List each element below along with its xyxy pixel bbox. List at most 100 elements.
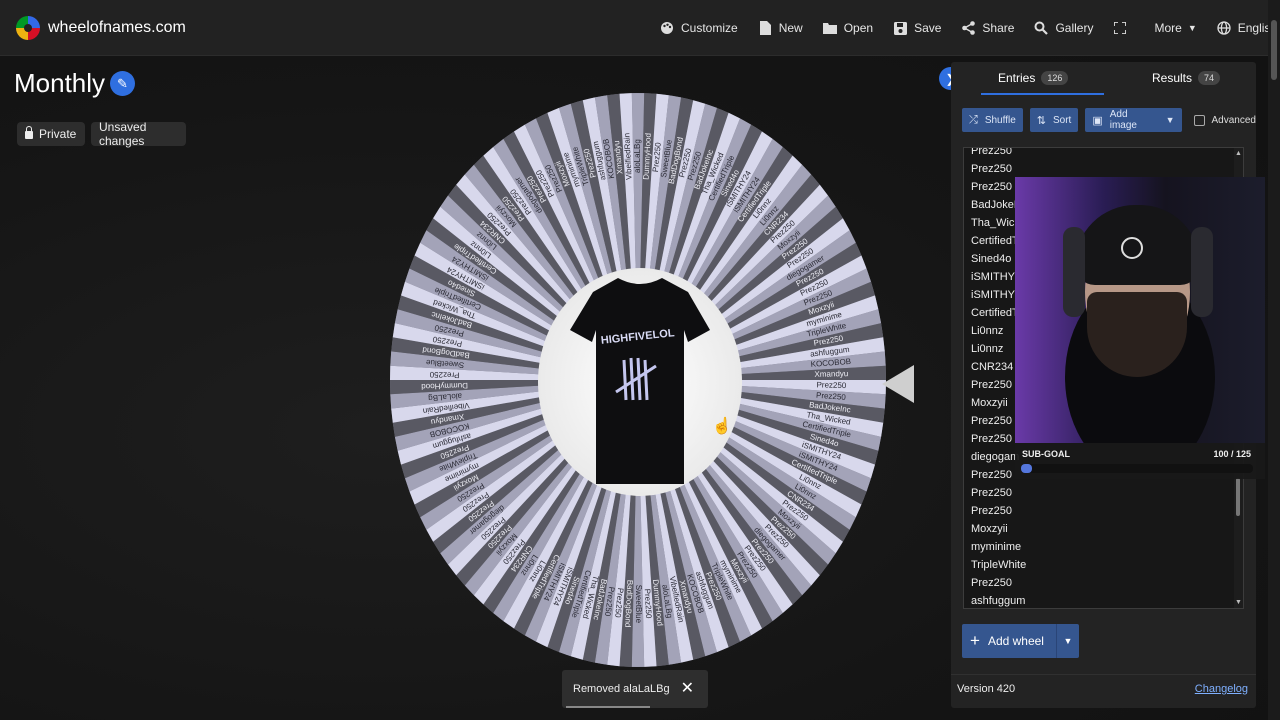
main-menu: Customize New Open Save Share Gallery Mo…	[660, 0, 1277, 56]
new-label: New	[778, 21, 803, 35]
wheel-center-image[interactable]: HIGHFIVELOL	[538, 268, 742, 496]
changelog-link[interactable]: Changelog	[1195, 683, 1248, 695]
share-icon	[961, 21, 975, 35]
entry-line[interactable]: diegogam	[971, 448, 1019, 466]
headphone-left	[1063, 227, 1085, 317]
sub-goal-progress-fill	[1021, 464, 1033, 473]
entry-line[interactable]: Sined4o	[971, 250, 1011, 268]
add-wheel-button[interactable]: + Add wheel	[962, 624, 1056, 658]
tab-entries[interactable]: Entries 126	[998, 71, 1069, 85]
add-image-label: Add image	[1109, 109, 1137, 131]
results-count-badge: 74	[1198, 71, 1221, 85]
entry-line[interactable]: CertifiedT	[971, 304, 1019, 322]
tab-results-label: Results	[1152, 71, 1193, 85]
scroll-up-icon[interactable]: ▲	[1235, 150, 1242, 157]
share-button[interactable]: Share	[961, 21, 1014, 35]
entries-scrollbar-thumb[interactable]	[1236, 478, 1240, 516]
wheel-slice-label: Prez250	[429, 370, 460, 380]
entry-line[interactable]: Prez250	[971, 376, 1012, 394]
wheel-slice-label: Prez250	[643, 588, 654, 619]
tab-entries-label: Entries	[998, 71, 1036, 85]
brand[interactable]: wheelofnames.com	[16, 15, 186, 40]
edit-title-button[interactable]: ✎	[110, 71, 135, 96]
entry-line[interactable]: Li0nnz	[971, 322, 1003, 340]
entry-line[interactable]: iSMITHY2	[971, 286, 1021, 304]
shuffle-button[interactable]: ⤮ Shuffle	[962, 108, 1023, 132]
more-menu[interactable]: More ▼	[1154, 21, 1196, 35]
close-icon[interactable]: ✕	[681, 678, 694, 698]
toast-timer-bar	[566, 706, 650, 708]
file-icon	[758, 21, 772, 35]
save-label: Save	[914, 21, 942, 35]
scroll-down-icon[interactable]: ▼	[1235, 599, 1242, 606]
entry-line[interactable]: Prez250	[971, 466, 1012, 484]
globe-icon	[1217, 21, 1231, 35]
entry-line[interactable]: CNR234	[971, 358, 1013, 376]
panel-footer: Version 420 Changelog	[951, 674, 1256, 708]
headphone-right	[1191, 227, 1213, 317]
add-image-button[interactable]: ▣ Add image ▼	[1085, 108, 1182, 132]
unsaved-label: Unsaved changes	[99, 120, 147, 148]
sort-button[interactable]: ⇅ Sort	[1029, 108, 1079, 132]
chevron-down-icon: ▼	[1165, 115, 1175, 125]
spinning-wheel[interactable]: Prez250Prez250BadJokeIncTha_WickedCertif…	[388, 92, 888, 667]
sub-goal-progress-track	[1021, 464, 1253, 473]
active-tab-indicator	[981, 93, 1104, 95]
entry-line[interactable]: Prez250	[971, 430, 1012, 448]
advanced-checkbox[interactable]: Advanced	[1193, 114, 1256, 126]
entry-line[interactable]: Tha_Wick	[971, 214, 1020, 232]
customize-button[interactable]: Customize	[660, 21, 738, 35]
page-scrollbar-thumb[interactable]	[1271, 20, 1277, 80]
entry-line[interactable]: Prez250	[971, 148, 1012, 160]
sub-goal-label: SUB-GOAL	[1022, 449, 1070, 459]
add-wheel-label: Add wheel	[987, 634, 1044, 648]
entry-line[interactable]: Prez250	[971, 574, 1012, 592]
entries-count-badge: 126	[1041, 71, 1069, 85]
unsaved-changes-chip: Unsaved changes	[91, 120, 186, 148]
plus-icon: +	[970, 631, 980, 650]
advanced-label: Advanced	[1211, 114, 1256, 126]
pencil-icon: ✎	[117, 75, 128, 91]
shuffle-icon: ⤮	[969, 113, 978, 126]
toast-message: Removed alaLaLBg	[573, 683, 670, 695]
add-wheel-dropdown[interactable]: ▼	[1055, 624, 1079, 658]
open-button[interactable]: Open	[822, 21, 874, 35]
entry-line[interactable]: Moxzyii	[971, 520, 1008, 538]
entry-line[interactable]: TripleWhite	[971, 556, 1026, 574]
entry-line[interactable]: Prez250	[971, 484, 1012, 502]
page-scrollbar[interactable]	[1268, 0, 1280, 720]
tab-results[interactable]: Results 74	[1152, 71, 1221, 85]
entry-line[interactable]: iSMITHY2	[971, 268, 1021, 286]
checkbox-icon[interactable]	[1193, 114, 1205, 126]
fullscreen-button[interactable]	[1113, 21, 1134, 35]
lock-icon	[25, 126, 33, 139]
open-label: Open	[843, 21, 874, 35]
wheel-slice-label: DummyHood	[421, 381, 468, 391]
entry-line[interactable]: ashfuggum	[971, 592, 1025, 608]
customize-label: Customize	[681, 21, 738, 35]
entry-line[interactable]: Li0nnz	[971, 340, 1003, 358]
removed-toast: Removed alaLaLBg ✕	[562, 670, 708, 708]
new-button[interactable]: New	[758, 21, 803, 35]
folder-open-icon	[822, 21, 837, 35]
entry-line[interactable]: myminime	[971, 538, 1021, 556]
gallery-button[interactable]: Gallery	[1034, 21, 1093, 35]
save-icon	[893, 21, 907, 35]
sort-label: Sort	[1052, 114, 1072, 126]
entry-line[interactable]: CertifiedT	[971, 232, 1019, 250]
palette-icon	[660, 21, 674, 35]
add-wheel-group: + Add wheel ▼	[962, 624, 1079, 658]
cap-logo-icon	[1121, 237, 1143, 259]
entry-line[interactable]: Prez250	[971, 160, 1012, 178]
entry-line[interactable]: Moxzyii	[971, 394, 1008, 412]
entries-toolbar: ⤮ Shuffle ⇅ Sort ▣ Add image ▼ Advanced	[962, 108, 1256, 132]
entry-line[interactable]: Prez250	[971, 502, 1012, 520]
wheel-container[interactable]: Prez250 Prez250 BadJokeInc Tha_Wicked Certif…	[388, 92, 888, 667]
entry-line[interactable]: Prez250	[971, 412, 1012, 430]
save-button[interactable]: Save	[893, 21, 941, 35]
wheel-title: Monthly	[14, 68, 106, 98]
private-chip[interactable]: Private	[17, 122, 85, 146]
panel-tabs: Entries 126 Results 74	[951, 62, 1256, 95]
sub-goal-value: 100 / 125	[1213, 449, 1251, 459]
entry-line[interactable]: Prez250	[971, 178, 1012, 196]
